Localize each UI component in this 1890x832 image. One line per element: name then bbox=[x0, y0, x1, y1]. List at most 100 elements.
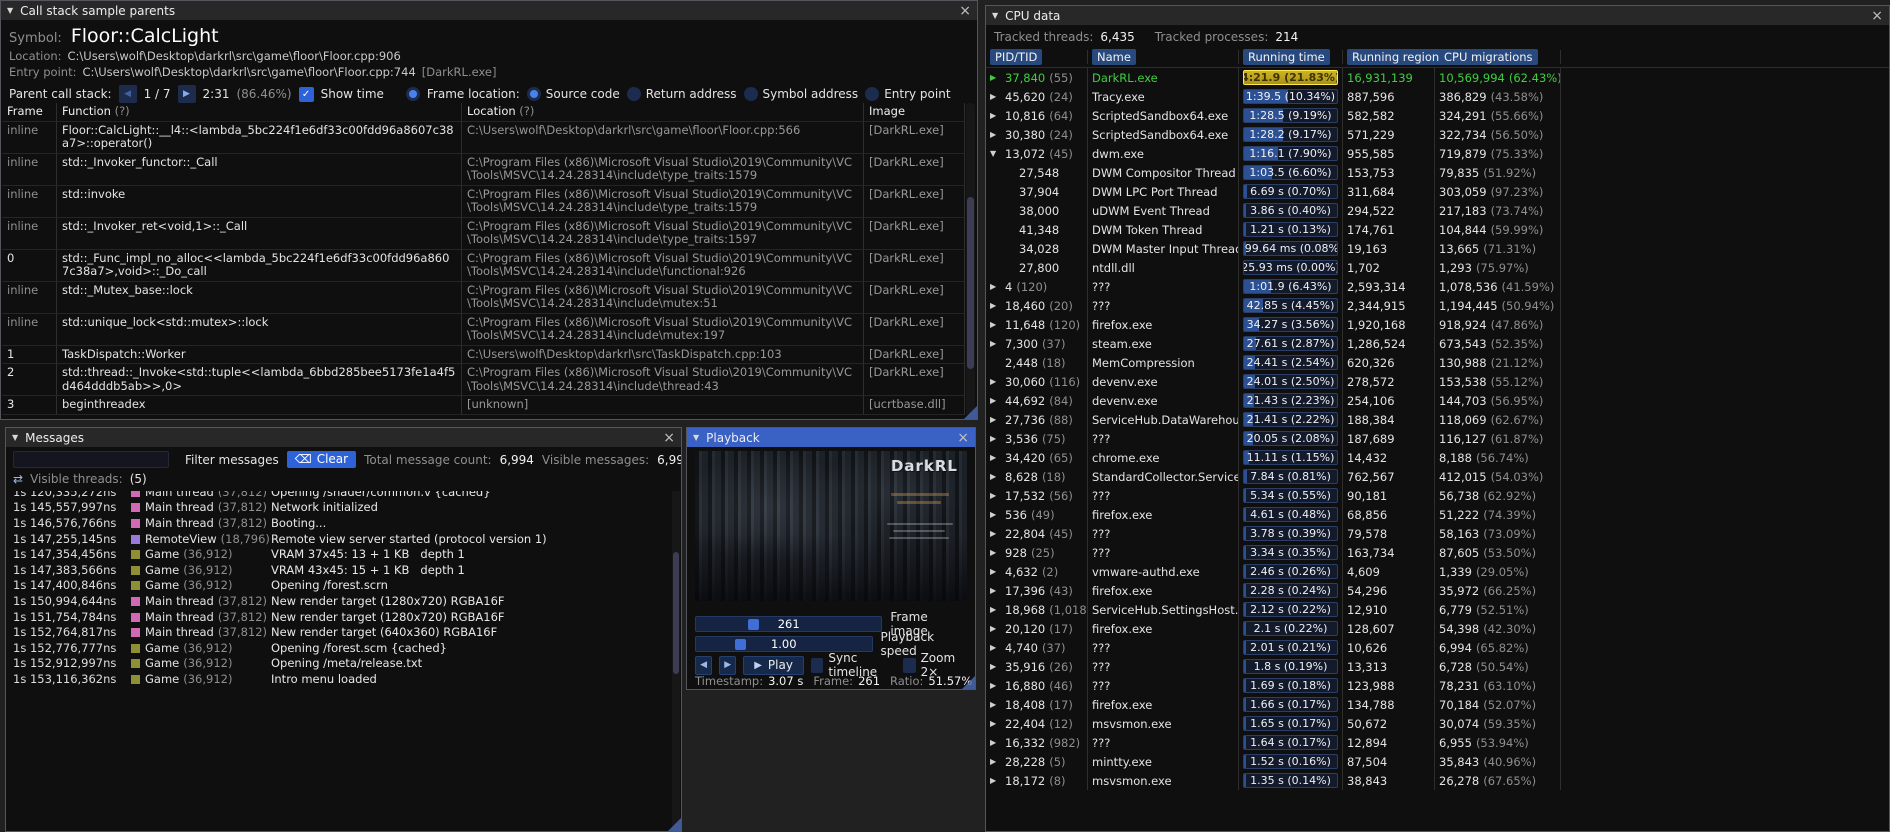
cpu-row[interactable]: ▶ 11,648 (120) firefox.exe 34.27 s (3.56%) 1,… bbox=[986, 315, 1889, 334]
expand-arrow-icon[interactable]: ▶ bbox=[990, 548, 1001, 557]
pid-cell[interactable]: ▶ 37,840 (55) bbox=[986, 68, 1088, 87]
resize-grip[interactable] bbox=[962, 676, 975, 689]
pid-cell[interactable]: ▶ 17,396 (43) bbox=[986, 581, 1088, 600]
expand-arrow-icon[interactable]: ▶ bbox=[990, 605, 1001, 614]
function-cell[interactable]: std::unique_lock<std::mutex>::lock bbox=[57, 313, 462, 346]
close-icon[interactable]: × bbox=[957, 431, 969, 445]
shuffle-icon[interactable]: ⇄ bbox=[13, 472, 23, 486]
function-cell[interactable]: std::_Invoker_functor::_Call bbox=[57, 153, 462, 186]
pid-cell[interactable]: ▶ 3,536 (75) bbox=[986, 429, 1088, 448]
cpu-row[interactable]: 27,800 ntdll.dll 25.93 ms (0.00%) 1,702 1,29… bbox=[986, 258, 1889, 277]
cpu-row[interactable]: ▶ 536 (49) firefox.exe 4.61 s (0.48%) 68,856 5… bbox=[986, 505, 1889, 524]
pid-cell[interactable]: ▶ 45,620 (24) bbox=[986, 87, 1088, 106]
pid-cell[interactable]: ▶ 4,740 (37) bbox=[986, 638, 1088, 657]
callstack-row[interactable]: inline std::_Invoker_functor::_Call C:\Pro… bbox=[2, 153, 965, 186]
message-row[interactable]: 1s 150,994,644ns Main thread (37,812) New r… bbox=[7, 593, 671, 609]
pid-cell[interactable]: ▶ 16,880 (46) bbox=[986, 676, 1088, 695]
expand-arrow-icon[interactable]: ▶ bbox=[990, 681, 1001, 690]
pid-cell[interactable]: ▶ 30,380 (24) bbox=[986, 125, 1088, 144]
expand-arrow-icon[interactable]: ▶ bbox=[990, 377, 1001, 386]
resize-grip[interactable] bbox=[964, 406, 977, 419]
expand-arrow-icon[interactable]: ▶ bbox=[990, 320, 1001, 329]
callstack-row[interactable]: 0 std::_Func_impl_no_alloc<<lambda_5bc224… bbox=[2, 249, 965, 282]
cpu-row[interactable]: ▶ 22,804 (45)??? 3.78 s (0.39%) 79,578 58,163… bbox=[986, 524, 1889, 543]
expand-arrow-icon[interactable]: ▶ bbox=[990, 130, 1001, 139]
expand-arrow-icon[interactable]: ▶ bbox=[990, 453, 1001, 462]
callstack-scrollbar[interactable] bbox=[966, 103, 975, 416]
collapse-icon[interactable]: ▼ bbox=[992, 11, 998, 20]
callstack-row[interactable]: inline std::_Invoker_ret<void,1>::_Call C:… bbox=[2, 217, 965, 250]
column-function[interactable]: Function (?) bbox=[57, 103, 462, 122]
frame-image[interactable]: DarkRL bbox=[695, 451, 967, 601]
frame-location-option[interactable]: Return address bbox=[626, 87, 737, 101]
pid-cell[interactable]: ▶ 7,300 (37) bbox=[986, 334, 1088, 353]
frame-location-option[interactable]: Entry point bbox=[865, 87, 951, 101]
cpu-row[interactable]: ▶ 17,532 (56)??? 5.34 s (0.55%) 90,181 56,738… bbox=[986, 486, 1889, 505]
expand-arrow-icon[interactable]: ▶ bbox=[990, 776, 1001, 785]
step-forward-button[interactable]: ▶ bbox=[719, 655, 737, 675]
pid-cell[interactable]: ▶ 18,172 (8) bbox=[986, 771, 1088, 790]
cpu-row[interactable]: ▶ 17,396 (43) firefox.exe 2.28 s (0.24%) 54,2… bbox=[986, 581, 1889, 600]
clear-button[interactable]: ⌫ Clear bbox=[286, 451, 357, 468]
filter-input[interactable] bbox=[13, 451, 169, 468]
pid-cell[interactable]: ▶ 18,460 (20) bbox=[986, 296, 1088, 315]
message-row[interactable]: 1s 152,912,997ns Game (36,912) Opening /met… bbox=[7, 656, 671, 672]
function-cell[interactable]: Floor::CalcLight::__l4::<lambda_5bc224f1… bbox=[57, 121, 462, 154]
cpu-row[interactable]: ▶ 22,404 (12) msvsmon.exe 1.65 s (0.17%) 50,6… bbox=[986, 714, 1889, 733]
pid-cell[interactable]: ▶ 34,420 (65) bbox=[986, 448, 1088, 467]
callstack-row[interactable]: inline std::unique_lock<std::mutex>::lock… bbox=[2, 313, 965, 346]
playback-speed-slider[interactable]: 1.00 bbox=[695, 636, 873, 652]
expand-arrow-icon[interactable]: ▶ bbox=[990, 567, 1001, 576]
function-cell[interactable]: std::_Invoker_ret<void,1>::_Call bbox=[57, 217, 462, 250]
messages-scrollbar[interactable] bbox=[672, 491, 680, 829]
callstack-row[interactable]: inline std::_Mutex_base::lock C:\Program F… bbox=[2, 281, 965, 314]
callstack-titlebar[interactable]: ▼ Call stack sample parents × bbox=[1, 1, 977, 20]
expand-arrow-icon[interactable]: ▶ bbox=[990, 111, 1001, 120]
pid-cell[interactable]: ▶ 10,816 (64) bbox=[986, 106, 1088, 125]
pid-cell[interactable]: ▶ 4 (120) bbox=[986, 277, 1088, 296]
close-icon[interactable]: × bbox=[959, 4, 971, 18]
pid-cell[interactable]: ▶ 928 (25) bbox=[986, 543, 1088, 562]
expand-arrow-icon[interactable]: ▶ bbox=[990, 92, 1001, 101]
pid-cell[interactable]: ▶ 20,120 (17) bbox=[986, 619, 1088, 638]
pid-cell[interactable]: ▶ 22,404 (12) bbox=[986, 714, 1088, 733]
cpu-row[interactable]: ▶ 18,172 (8) msvsmon.exe 1.35 s (0.14%) 38,84… bbox=[986, 771, 1889, 790]
function-cell[interactable]: beginthreadex bbox=[57, 396, 462, 415]
expand-arrow-icon[interactable]: ▶ bbox=[990, 529, 1001, 538]
expand-arrow-icon[interactable]: ▶ bbox=[990, 339, 1001, 348]
expand-arrow-icon[interactable]: ▶ bbox=[990, 301, 1001, 310]
message-row[interactable]: 1s 151,754,784ns Main thread (37,812) New r… bbox=[7, 609, 671, 625]
callstack-row[interactable]: 1 TaskDispatch::Worker C:\Users\wolf\Deskt… bbox=[2, 345, 965, 364]
pid-cell[interactable]: ▼ 13,072 (45) bbox=[986, 144, 1088, 163]
next-parent-button[interactable]: ▶ bbox=[177, 85, 196, 103]
function-cell[interactable]: std::_Mutex_base::lock bbox=[57, 281, 462, 314]
cpu-row[interactable]: ▶ 37,840 (55) DarkRL.exe 4:21.9 (21.83%) 16,9… bbox=[986, 68, 1889, 87]
message-row[interactable]: 1s 153,116,362ns Game (36,912) Intro menu l… bbox=[7, 671, 671, 687]
pid-cell[interactable]: ▶ 8,628 (18) bbox=[986, 467, 1088, 486]
cpu-row[interactable]: 41,348 DWM Token Thread 1.21 s (0.13%) 174,… bbox=[986, 220, 1889, 239]
pid-cell[interactable]: 27,800 bbox=[986, 258, 1088, 277]
playback-titlebar[interactable]: ▼ Playback × bbox=[687, 428, 975, 447]
collapse-icon[interactable]: ▼ bbox=[693, 433, 699, 442]
expand-arrow-icon[interactable]: ▶ bbox=[990, 510, 1001, 519]
cpu-row[interactable]: ▶ 18,968 (1,018) ServiceHub.SettingsHost.ex… bbox=[986, 600, 1889, 619]
pid-cell[interactable]: 34,028 bbox=[986, 239, 1088, 258]
pid-cell[interactable]: ▶ 22,804 (45) bbox=[986, 524, 1088, 543]
messages-titlebar[interactable]: ▼ Messages × bbox=[6, 428, 681, 447]
close-icon[interactable]: × bbox=[663, 431, 675, 445]
cpu-row[interactable]: ▶ 10,816 (64) ScriptedSandbox64.exe 1:28.5 (… bbox=[986, 106, 1889, 125]
cpu-row[interactable]: ▼ 13,072 (45) dwm.exe 1:16.1 (7.90%) 955,585 7… bbox=[986, 144, 1889, 163]
cpu-row[interactable]: 2,448 (18) MemCompression 24.41 s (2.54%) 62… bbox=[986, 353, 1889, 372]
prev-parent-button[interactable]: ◀ bbox=[118, 85, 137, 103]
cpu-row[interactable]: ▶ 30,380 (24) ScriptedSandbox64.exe 1:28.2 (… bbox=[986, 125, 1889, 144]
cpu-row[interactable]: ▶ 34,420 (65) chrome.exe 11.11 s (1.15%) 14,4… bbox=[986, 448, 1889, 467]
column-cpu-migrations[interactable]: CPU migrations bbox=[1435, 49, 1561, 65]
cpu-row[interactable]: ▶ 8,628 (18) StandardCollector.Service.e 7.8… bbox=[986, 467, 1889, 486]
column-running-time[interactable]: Running time bbox=[1239, 49, 1343, 65]
callstack-row[interactable]: 2 std::thread::_Invoke<std::tuple<<lambda… bbox=[2, 364, 965, 396]
message-row[interactable]: 1s 147,255,145ns RemoteView (18,796) Remote… bbox=[7, 531, 671, 547]
expand-arrow-icon[interactable]: ▶ bbox=[990, 719, 1001, 728]
message-row[interactable]: 1s 152,776,777ns Game (36,912) Opening /for… bbox=[7, 640, 671, 656]
show-time-checkbox[interactable]: ✓ bbox=[298, 86, 314, 102]
column-image[interactable]: Image bbox=[864, 103, 965, 122]
